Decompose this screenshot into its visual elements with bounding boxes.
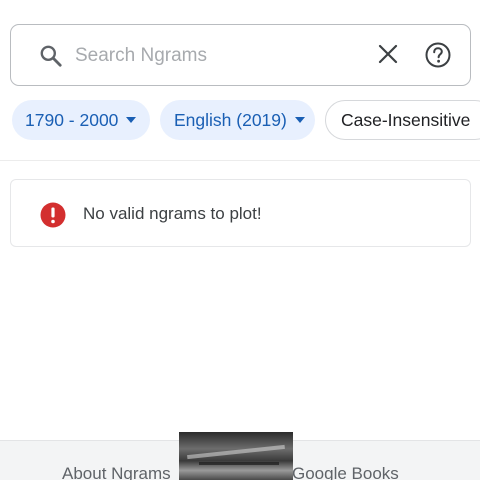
search-input[interactable] (75, 39, 375, 73)
search-bar[interactable] (10, 24, 471, 86)
video-thumbnail-overlay (179, 432, 293, 480)
divider (0, 160, 480, 161)
close-icon[interactable] (376, 42, 400, 66)
corpus-label: English (2019) (174, 109, 287, 130)
caret-down-icon (126, 117, 137, 123)
caret-down-icon (294, 117, 305, 123)
case-sensitivity-chip[interactable]: Case-Insensitive (325, 100, 480, 140)
error-message-card: No valid ngrams to plot! (10, 179, 471, 247)
overlay-streak (187, 444, 285, 460)
error-message-text: No valid ngrams to plot! (83, 204, 262, 223)
year-range-chip[interactable]: 1790 - 2000 (12, 100, 150, 140)
filter-chips: 1790 - 2000 English (2019) Case-Insensit… (0, 100, 480, 140)
overlay-streak (199, 462, 279, 465)
year-range-label: 1790 - 2000 (25, 109, 119, 130)
about-ngrams-link[interactable]: About Ngrams (62, 464, 171, 480)
corpus-chip[interactable]: English (2019) (160, 100, 315, 140)
case-sensitivity-label: Case-Insensitive (341, 109, 471, 130)
search-icon[interactable] (38, 43, 64, 69)
ngram-viewer-page: 1790 - 2000 English (2019) Case-Insensit… (0, 0, 480, 480)
error-circle-icon (40, 202, 66, 228)
help-circle-icon[interactable] (424, 41, 452, 69)
google-books-link[interactable]: Google Books (292, 464, 399, 480)
